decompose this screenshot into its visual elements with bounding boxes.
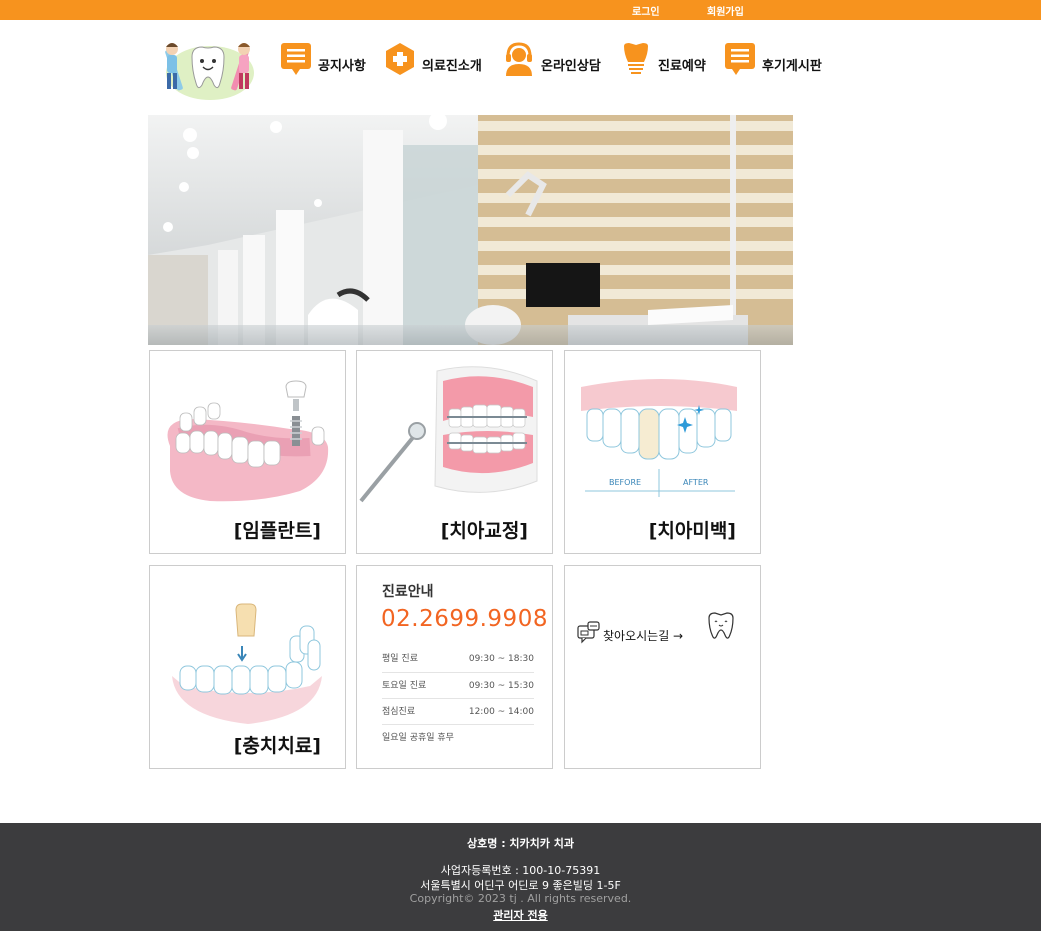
tooth-mascot-logo [165,43,254,100]
nav-reviews-label: 후기게시판 [762,59,822,74]
nav-doctors[interactable]: 의료진소개 [384,40,482,76]
directions-label: 찾아오시는길 → [603,628,684,643]
hours-row-label: 점심진료 [382,707,416,717]
hours-row-time: 09:30 ~ 18:30 [468,654,534,664]
after-caption: AFTER [683,478,709,487]
before-caption: BEFORE [609,478,641,487]
cavity-illustration [172,603,322,724]
nav-consult[interactable]: 온라인상담 [503,40,601,76]
hours-row-time: 12:00 ~ 14:00 [468,707,534,717]
hours-row-label: 토요일 진료 [382,681,427,691]
orthodontics-label: [치아교정] [440,520,528,542]
implant-label: [임플란트] [233,520,321,542]
nav-reservation[interactable]: 진료예약 [620,40,706,76]
tooth-icon [624,43,648,74]
notice-icon [281,43,311,75]
orthodontics-card[interactable]: [치아교정] [356,350,553,554]
nav-doctors-label: 의료진소개 [422,59,482,74]
hours-row-label: 일요일 공휴일 휴무 [382,733,454,743]
hours-row-label: 평일 진료 [382,654,418,664]
hours-title: 진료안내 [382,584,434,600]
cavity-card[interactable]: [충치치료] [149,565,346,769]
whitening-illustration: BEFORE AFTER [581,379,737,497]
nav-consult-label: 온라인상담 [541,59,601,74]
nav-reservation-label: 진료예약 [658,59,706,74]
medical-cross-icon [386,43,414,75]
board-icon [725,43,755,75]
signup-link[interactable]: 회원가입 [707,3,744,18]
hours-table: 평일 진료 09:30 ~ 18:30 토요일 진료 09:30 ~ 15:30… [382,646,534,750]
footer-admin: 관리자 전용 [0,907,1041,923]
login-link[interactable]: 로그인 [632,3,660,18]
map-chat-icon [577,621,600,644]
hours-row: 점심진료 12:00 ~ 14:00 [382,698,534,724]
whitening-label: [치아미백] [648,520,736,542]
headset-icon [506,42,532,76]
nav-notice-label: 공지사항 [318,59,366,74]
directions-link[interactable]: 찾아오시는길 → [577,612,683,644]
directions-card: 찾아오시는길 → [564,565,761,769]
clinic-banner-image [148,115,793,345]
site-logo[interactable] [158,35,258,101]
footer-copyright: Copyright© 2023 tj . All rights reserved… [409,892,632,905]
site-footer: 상호명 : 치카치카 치과 사업자등록번호 : 100-10-75391 서울특… [0,823,1041,931]
nav-reviews[interactable]: 후기게시판 [724,40,822,76]
whitening-card[interactable]: BEFORE AFTER [치아미백] [564,350,761,554]
footer-company: 상호명 : 치카치카 치과 [467,837,574,850]
top-bar: 로그인 회원가입 [0,0,1041,20]
footer-address: 서울특별시 어딘구 어딘로 9 좋은빌딩 1-5F [420,879,621,892]
phone-number: 02.2699.9908 [381,606,548,632]
admin-link[interactable]: 관리자 전용 [493,909,547,922]
hours-row: 평일 진료 09:30 ~ 18:30 [382,646,534,672]
hours-row-time: 09:30 ~ 15:30 [468,681,534,691]
nav-notice[interactable]: 공지사항 [280,40,366,76]
clinic-hours-card: 진료안내 02.2699.9908 평일 진료 09:30 ~ 18:30 토요… [356,565,553,769]
tooth-face-icon [708,612,734,639]
implant-card[interactable]: [임플란트] [149,350,346,554]
hours-row: 토요일 진료 09:30 ~ 15:30 [382,672,534,698]
implant-illustration [167,380,329,502]
footer-business-number: 사업자등록번호 : 100-10-75391 [440,864,601,877]
cavity-label: [충치치료] [233,735,321,757]
hours-row: 일요일 공휴일 휴무 [382,724,534,750]
orthodontics-illustration [359,366,538,503]
